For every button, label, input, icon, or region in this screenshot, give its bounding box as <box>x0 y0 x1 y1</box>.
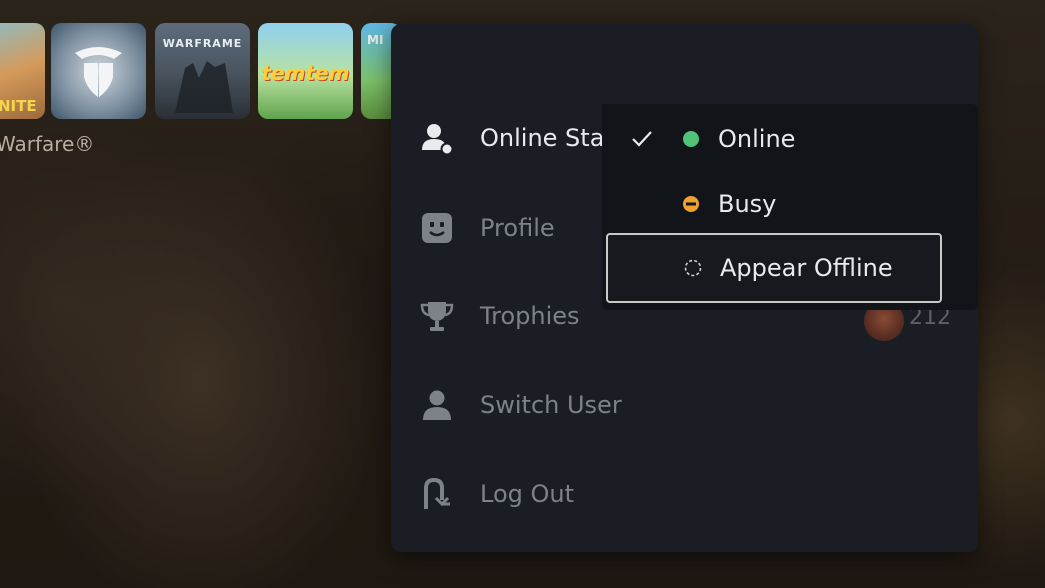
busy-dot-icon <box>682 195 700 213</box>
game-tile-fortnite[interactable]: NITE <box>0 23 45 119</box>
status-option-online[interactable]: Online <box>602 108 978 170</box>
status-option-label: Appear Offline <box>720 254 893 282</box>
game-tile-temtem[interactable]: temtem <box>258 23 353 119</box>
game-tile-destiny[interactable] <box>51 23 146 119</box>
status-option-busy[interactable]: Busy <box>602 173 978 235</box>
game-tile-warframe[interactable]: WARFRAME <box>155 23 250 119</box>
warframe-figures-art <box>175 61 233 113</box>
game-tile-label: temtem <box>261 61 350 85</box>
logout-icon <box>419 476 455 512</box>
menu-item-label: Trophies <box>480 302 580 330</box>
menu-item-log-out[interactable]: Log Out <box>391 464 978 524</box>
destiny-logo-icon <box>75 47 122 97</box>
status-option-appear-offline[interactable]: Appear Offline <box>606 233 942 303</box>
face-icon <box>419 210 455 246</box>
menu-item-label: Log Out <box>480 480 575 508</box>
status-option-label: Online <box>718 125 796 153</box>
online-status-submenu: Online Busy Appear Offline <box>602 104 978 310</box>
background-game-title: Warfare® <box>0 132 95 156</box>
trophy-icon <box>419 298 455 334</box>
offline-dashed-circle-icon <box>684 259 702 277</box>
menu-item-label: Switch User <box>480 391 622 419</box>
menu-item-label: Profile <box>480 214 555 242</box>
user-icon <box>419 387 455 423</box>
checkmark-icon <box>630 127 654 151</box>
online-dot-icon <box>682 130 700 148</box>
menu-item-label: Online Sta <box>480 124 605 152</box>
status-option-label: Busy <box>718 190 777 218</box>
user-status-icon <box>419 120 455 156</box>
menu-item-switch-user[interactable]: Switch User <box>391 375 978 435</box>
game-tile-label: NITE <box>0 97 37 115</box>
